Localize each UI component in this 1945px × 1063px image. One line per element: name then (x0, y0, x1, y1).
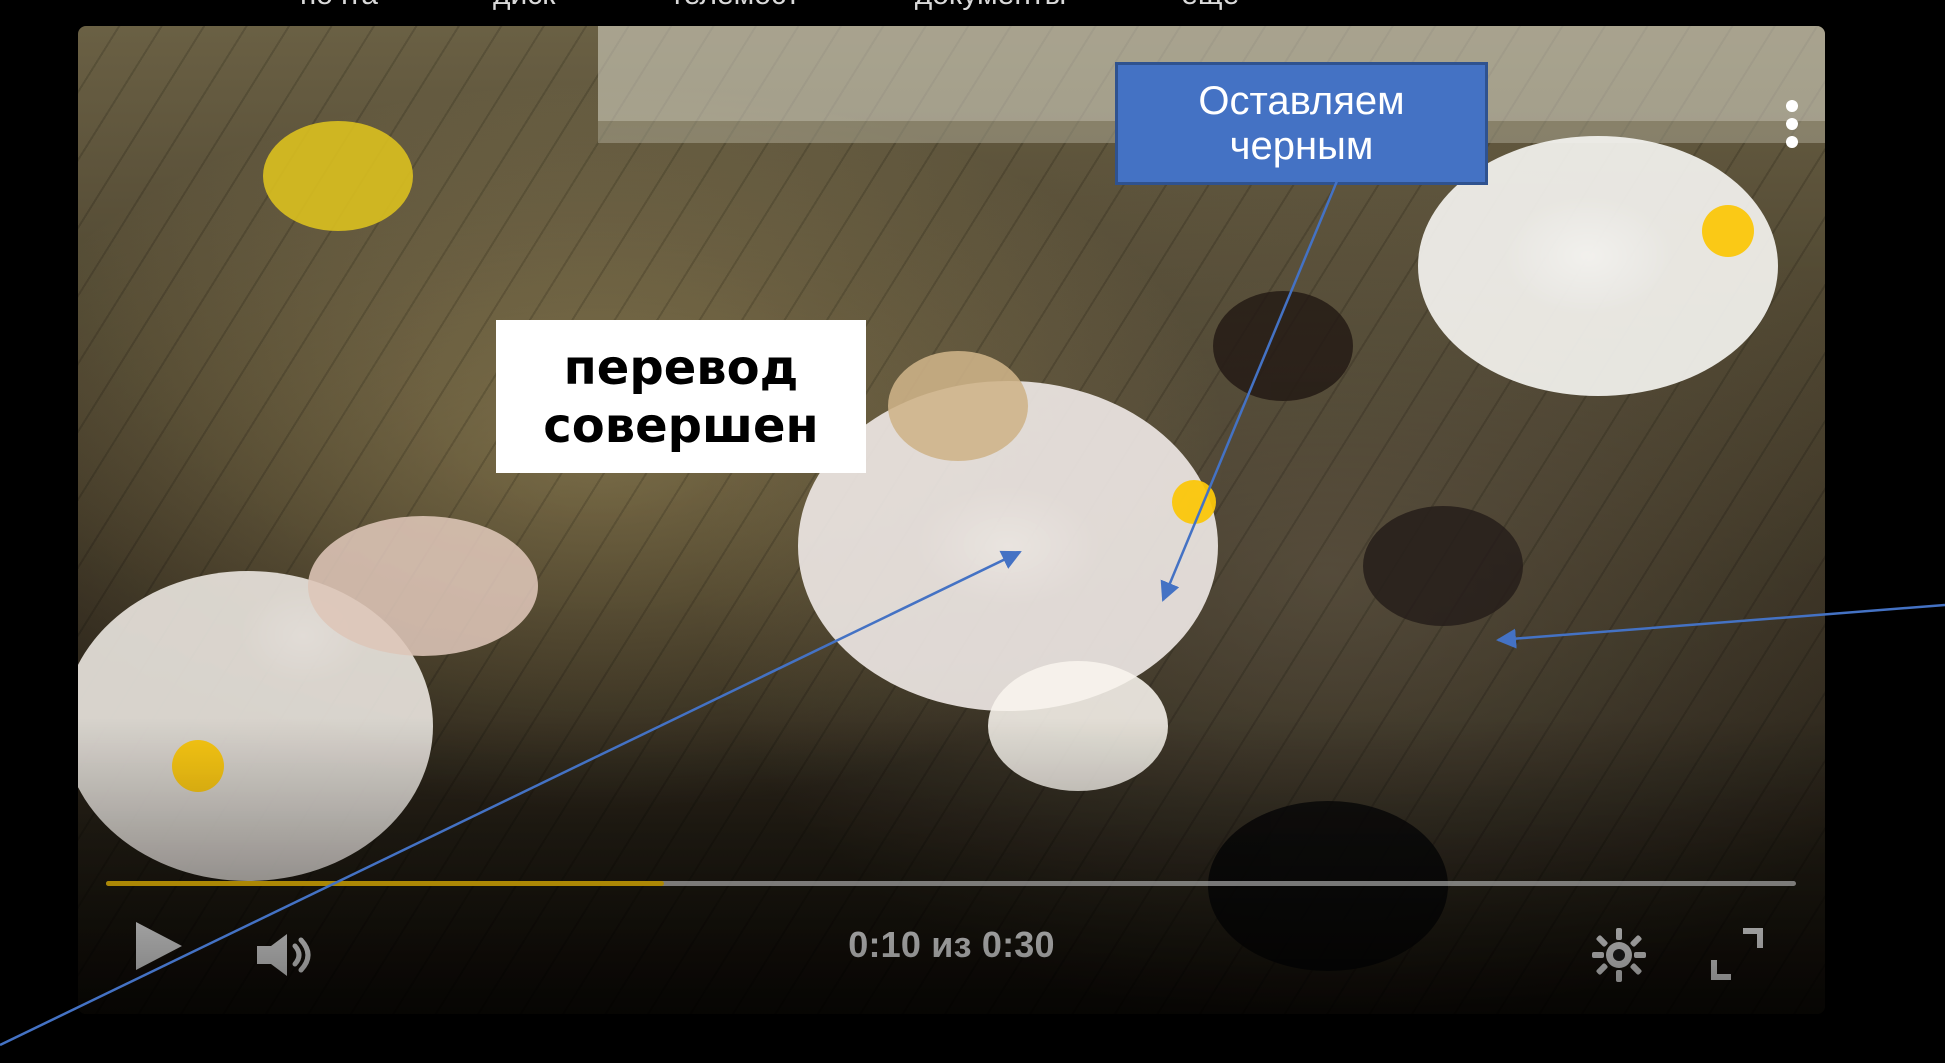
player-controls: 0:10 из 0:30 (78, 26, 1825, 1014)
video-player[interactable]: перевод совершен 0:10 из 0:30 (78, 26, 1825, 1014)
settings-button[interactable] (1588, 924, 1650, 986)
slide-canvas: почта диск телемост документы ещё (0, 0, 1945, 1063)
fullscreen-button[interactable] (1706, 923, 1768, 985)
annotation-callout: Оставляем черным (1115, 62, 1488, 185)
video-caption: перевод совершен (496, 320, 866, 474)
time-readout: 0:10 из 0:30 (848, 924, 1055, 965)
top-nav-item-disk[interactable]: диск (493, 0, 555, 11)
more-menu-button[interactable] (1770, 88, 1814, 160)
progress-bar-fill (106, 881, 664, 886)
top-nav-item-documents[interactable]: документы (915, 0, 1067, 11)
more-vertical-icon (1786, 100, 1798, 148)
fullscreen-icon (1711, 928, 1763, 980)
scene-flowers (172, 205, 1754, 792)
top-nav-item-telemost[interactable]: телемост (670, 0, 799, 11)
progress-bar[interactable] (106, 881, 1796, 886)
scene-tables (78, 136, 1778, 881)
gear-icon (1592, 928, 1646, 982)
top-navigation: почта диск телемост документы ещё (300, 0, 1500, 11)
top-nav-item-mail[interactable]: почта (300, 0, 378, 11)
video-frame-illustration (78, 26, 1825, 971)
top-nav-item-more[interactable]: ещё (1181, 0, 1239, 11)
scene-people (263, 121, 1523, 971)
